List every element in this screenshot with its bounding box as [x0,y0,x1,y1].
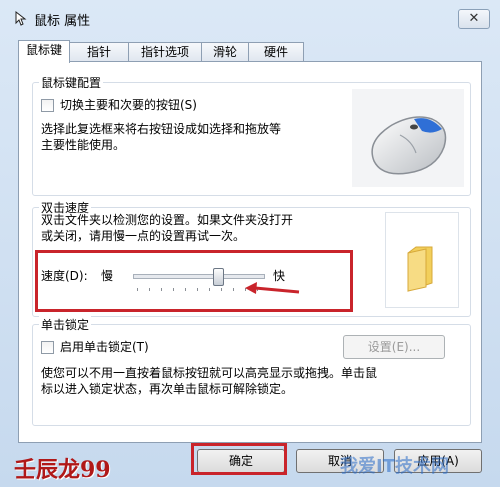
mouse-icon [371,116,447,175]
mouse-pointer-icon [14,10,30,26]
click-lock-label: 启用单击锁定(T) [60,340,149,354]
switch-buttons-checkbox[interactable] [41,99,54,112]
tab-wheel[interactable]: 滑轮 [201,42,249,62]
click-lock-checkbox[interactable] [41,341,54,354]
settings-button[interactable]: 设置(E)... [343,335,445,359]
title-bar: 鼠标 属性 ✕ [0,0,500,38]
double-click-desc-1: 双击文件夹以检测您的设置。如果文件夹没打开 [41,213,294,227]
speed-highlight-box [35,250,353,312]
double-click-desc-2: 或关闭，请用慢一点的设置再试一次。 [41,229,246,243]
window-title: 鼠标 属性 [34,14,91,29]
tab-pointer-options[interactable]: 指针选项 [128,42,202,62]
switch-buttons-label: 切换主要和次要的按钮(S) [60,98,197,112]
button-config-group: 鼠标键配置 切换主要和次要的按钮(S) 选择此复选框来将右按钮设成如选择和拖放等… [32,74,471,196]
close-button[interactable]: ✕ [458,9,490,29]
ok-highlight-box [191,443,287,475]
click-lock-title: 单击锁定 [39,316,92,333]
tab-buttons[interactable]: 鼠标键 [18,40,70,63]
author-watermark: 壬辰龙99 [14,457,111,483]
mouse-illustration [352,89,464,187]
button-config-desc-1: 选择此复选框来将右按钮设成如选择和拖放等 [41,122,282,136]
button-config-title: 鼠标键配置 [39,74,104,91]
mouse-properties-window: 鼠标 属性 ✕ 鼠标键 指针 指针选项 滑轮 硬件 鼠标键配置 切换主要和次要的… [0,0,500,487]
click-lock-desc-1: 使您可以不用一直按着鼠标按钮就可以高亮显示或拖拽。单击鼠 [41,366,378,380]
tab-panel: 鼠标键配置 切换主要和次要的按钮(S) 选择此复选框来将右按钮设成如选择和拖放等… [18,61,482,443]
click-lock-option[interactable]: 启用单击锁定(T) [41,339,149,355]
click-lock-desc-2: 标以进入锁定状态，再次单击鼠标可解除锁定。 [41,382,294,396]
tab-pointers[interactable]: 指针 [69,42,129,62]
click-lock-group: 单击锁定 启用单击锁定(T) 设置(E)... 使您可以不用一直按着鼠标按钮就可… [32,316,471,426]
folder-icon[interactable] [386,213,458,307]
switch-buttons-option[interactable]: 切换主要和次要的按钮(S) [41,97,197,113]
button-config-desc-2: 主要性能使用。 [41,138,126,152]
tab-hardware[interactable]: 硬件 [248,42,304,62]
test-folder-area[interactable] [385,212,459,308]
site-watermark: 我爱IT技术网 [340,456,449,477]
